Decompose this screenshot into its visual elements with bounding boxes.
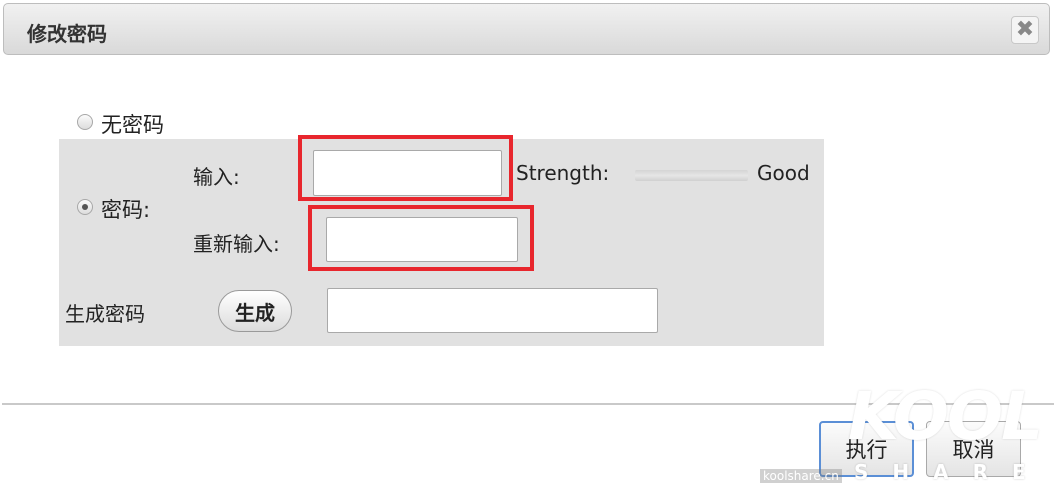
dialog-titlebar: 修改密码 ✖: [3, 3, 1050, 55]
footer-divider: [2, 403, 1054, 405]
password-radio[interactable]: [77, 199, 93, 215]
generate-label: 生成密码: [65, 302, 145, 326]
reenter-label: 重新输入:: [193, 232, 280, 256]
dialog-title: 修改密码: [27, 22, 107, 46]
input-label: 输入:: [193, 165, 240, 189]
no-password-label: 无密码: [101, 113, 164, 137]
strength-meter: [635, 170, 748, 181]
close-button[interactable]: ✖: [1011, 16, 1039, 44]
password-input[interactable]: [313, 150, 502, 196]
password-label: 密码:: [101, 198, 151, 222]
close-icon: ✖: [1015, 17, 1035, 42]
reenter-input[interactable]: [326, 217, 518, 262]
strength-label: Strength:: [516, 161, 610, 185]
watermark-site: koolshare.cn: [760, 469, 842, 483]
no-password-radio[interactable]: [77, 114, 93, 130]
cancel-button[interactable]: 取消: [926, 421, 1021, 477]
generated-password-field[interactable]: [327, 288, 658, 333]
strength-value: Good: [757, 161, 810, 185]
generate-button[interactable]: 生成: [218, 290, 292, 332]
